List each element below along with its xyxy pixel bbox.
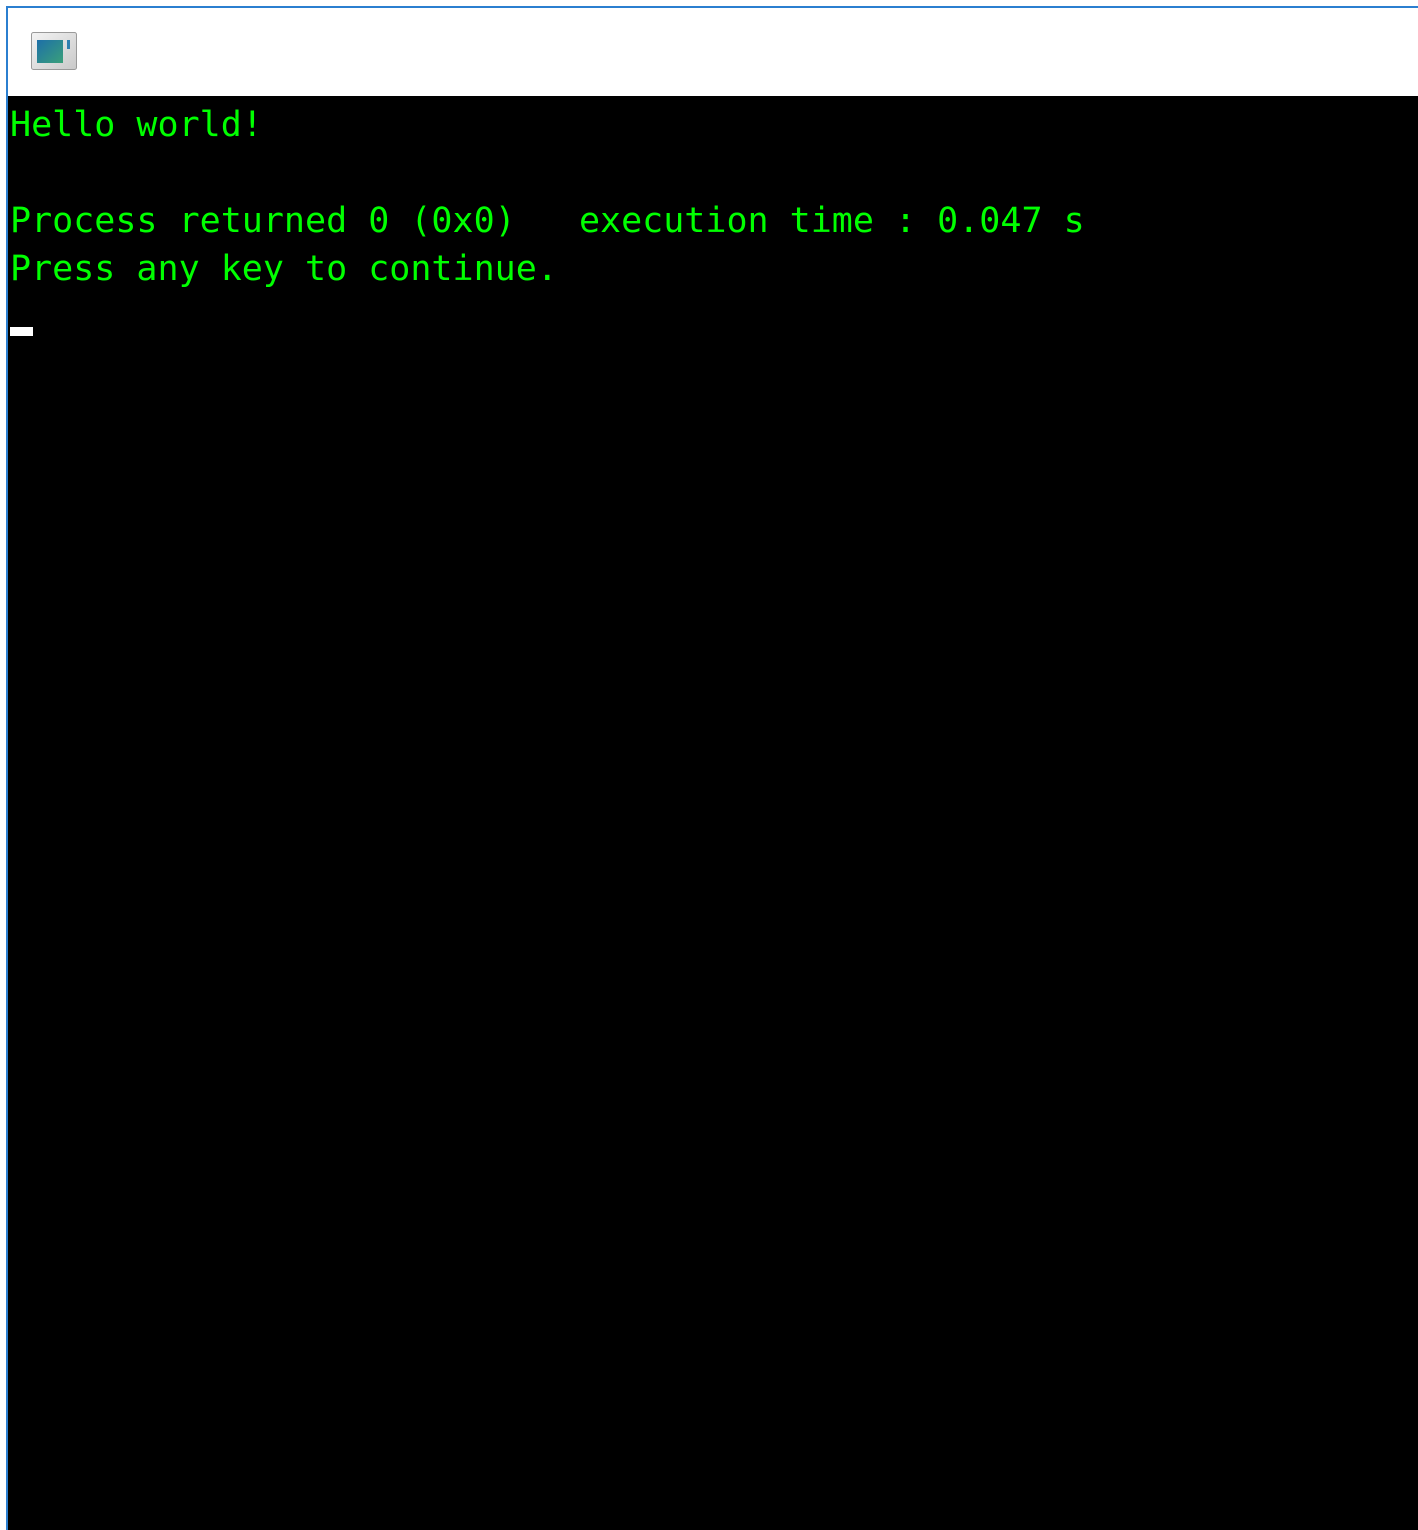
output-line-process-returned: Process returned 0 (0x0) execution time … (10, 201, 1085, 241)
output-line-press-any-key: Press any key to continue. (10, 249, 558, 289)
text-cursor (10, 327, 33, 336)
console-output[interactable]: Hello world! Process returned 0 (0x0) ex… (8, 96, 1418, 1530)
output-line-hello: Hello world! (10, 105, 263, 145)
title-bar[interactable] (8, 8, 1418, 96)
console-window-icon (31, 32, 77, 70)
output-line-blank (10, 149, 1418, 197)
console-window: Hello world! Process returned 0 (0x0) ex… (6, 6, 1418, 1530)
